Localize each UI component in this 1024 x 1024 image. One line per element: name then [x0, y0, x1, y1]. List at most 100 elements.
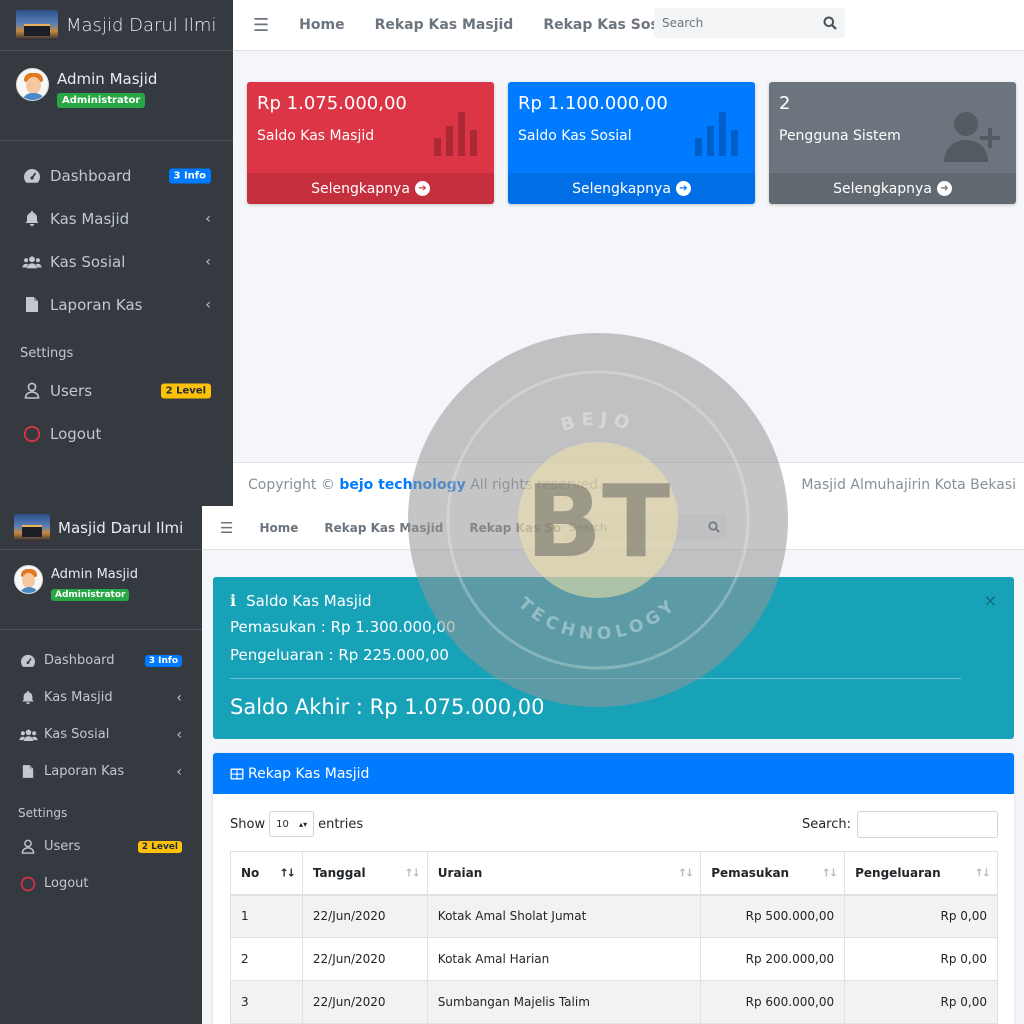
brand-link[interactable]: Masjid Darul Ilmi: [0, 506, 202, 550]
bell-icon: [18, 690, 38, 705]
brand-link[interactable]: Masjid Darul Ilmi: [0, 0, 233, 51]
rights-text: All rights reserved.: [470, 476, 603, 493]
cell-tanggal: 22/Jun/2020: [301, 937, 428, 981]
sidebar-item-kas-sosial[interactable]: Kas Sosial ‹: [0, 716, 202, 753]
column-label: Pengeluaran: [855, 865, 941, 880]
dashboard-screen: Masjid Darul Ilmi Admin Masjid Administr…: [0, 0, 1024, 506]
bar-chart-icon: [695, 112, 738, 156]
sidebar-item-logout[interactable]: Logout: [0, 412, 233, 455]
circle-icon: [18, 876, 38, 892]
search-input[interactable]: Search: [562, 514, 727, 540]
nav-home[interactable]: Home: [259, 521, 298, 535]
top-navbar: ☰ Home Rekap Kas Masjid Rekap Kas Sosial…: [202, 506, 1024, 550]
sidebar-item-label: Laporan Kas: [50, 295, 143, 314]
box-more-link[interactable]: Selengkapnya ➔: [769, 173, 1016, 204]
circle-icon: [22, 425, 42, 443]
column-header-uraian[interactable]: Uraian ↑↓: [426, 851, 702, 896]
sidebar: Masjid Darul Ilmi Admin Masjid Administr…: [0, 0, 233, 506]
box-label: Pengguna Sistem: [779, 128, 901, 144]
nav-rekap-kas-masjid[interactable]: Rekap Kas Masjid: [324, 521, 443, 535]
cell-no: 2: [230, 937, 303, 981]
sidebar-item-dashboard[interactable]: Dashboard 3 Info: [0, 642, 202, 679]
box-more-link[interactable]: Selengkapnya ➔: [247, 173, 494, 204]
settings-header: Settings: [18, 806, 68, 820]
tachometer-icon: [22, 168, 42, 184]
sort-arrows-icon: ▴▾: [299, 819, 308, 829]
column-header-no[interactable]: No ↑↓: [230, 851, 303, 896]
column-label: No: [241, 865, 260, 880]
sidebar-item-laporan-kas[interactable]: Laporan Kas ‹: [0, 283, 233, 326]
page-length-select[interactable]: 10 ▴▾: [269, 811, 315, 837]
chevron-left-icon: ‹: [176, 726, 182, 743]
user-plus-icon: [944, 112, 1000, 162]
arrow-circle-right-icon: ➔: [936, 181, 952, 196]
table-search-input[interactable]: [857, 811, 998, 838]
column-label: Uraian: [437, 865, 483, 880]
sidebar-item-label: Logout: [44, 876, 89, 891]
sidebar-item-logout[interactable]: Logout: [0, 865, 202, 902]
file-icon: [22, 296, 42, 313]
alert-divider: [230, 678, 961, 679]
sidebar-item-kas-masjid[interactable]: Kas Masjid ‹: [0, 197, 233, 240]
table-row: 3 22/Jun/2020 Sumbangan Majelis Talim Rp…: [230, 980, 998, 1024]
chevron-left-icon: ‹: [205, 253, 211, 270]
card-header: Rekap Kas Masjid: [213, 753, 1014, 794]
table-row: 2 22/Jun/2020 Kotak Amal Harian Rp 200.0…: [230, 937, 998, 981]
user-icon: [22, 382, 42, 399]
chevron-left-icon: ‹: [176, 763, 182, 780]
main-footer: Copyright © bejo technology All rights r…: [233, 462, 1024, 506]
column-header-pengeluaran[interactable]: Pengeluaran ↑↓: [844, 851, 998, 896]
column-label: Pemasukan: [711, 865, 790, 880]
box-value: 2: [779, 93, 791, 114]
sort-asc-icon: ↑↓: [279, 866, 296, 880]
sidebar-item-laporan-kas[interactable]: Laporan Kas ‹: [0, 753, 202, 790]
cell-pemasukan: Rp 200.000,00: [700, 937, 846, 981]
box-value: Rp 1.100.000,00: [518, 93, 668, 114]
brand-name: Masjid Darul Ilmi: [58, 518, 184, 537]
nav-home[interactable]: Home: [299, 17, 344, 33]
sidebar-item-label: Users: [44, 839, 81, 854]
sidebar-item-label: Dashboard: [44, 653, 115, 668]
info-badge: 3 Info: [144, 654, 182, 667]
cell-pengeluaran: Rp 0,00: [844, 980, 998, 1024]
cell-pemasukan: Rp 600.000,00: [700, 980, 846, 1024]
hamburger-icon[interactable]: ☰: [220, 519, 233, 537]
box-more-label: Selengkapnya: [833, 180, 932, 197]
sidebar-item-label: Logout: [50, 424, 102, 443]
column-header-pemasukan[interactable]: Pemasukan ↑↓: [700, 851, 846, 896]
sidebar-item-dashboard[interactable]: Dashboard 3 Info: [0, 154, 233, 197]
box-more-link[interactable]: Selengkapnya ➔: [508, 173, 755, 204]
user-name[interactable]: Admin Masjid: [57, 70, 157, 88]
page-length-control: Show 10 ▴▾ entries: [230, 811, 363, 837]
small-box-saldo-kas-masjid: Rp 1.075.000,00 Saldo Kas Masjid Selengk…: [247, 82, 494, 204]
search-input[interactable]: Search: [654, 8, 845, 38]
hamburger-icon[interactable]: ☰: [253, 15, 269, 36]
file-icon: [18, 764, 38, 779]
saldo-alert: i Saldo Kas Masjid Pemasukan : Rp 1.300.…: [213, 577, 1014, 739]
box-label: Saldo Kas Masjid: [257, 128, 375, 144]
user-name[interactable]: Admin Masjid: [51, 567, 138, 582]
table-row: 1 22/Jun/2020 Kotak Amal Sholat Jumat Rp…: [230, 894, 998, 938]
small-box-pengguna-sistem: 2 Pengguna Sistem Selengkapnya ➔: [769, 82, 1016, 204]
search-icon[interactable]: [823, 16, 837, 30]
sidebar-item-users[interactable]: Users 2 Level: [0, 828, 202, 865]
box-more-label: Selengkapnya: [311, 180, 410, 197]
close-button[interactable]: ×: [984, 591, 997, 610]
search-icon[interactable]: [708, 521, 720, 533]
sidebar-item-kas-masjid[interactable]: Kas Masjid ‹: [0, 679, 202, 716]
avatar: [16, 68, 49, 101]
column-header-tanggal[interactable]: Tanggal ↑↓: [301, 851, 428, 896]
sidebar-item-kas-sosial[interactable]: Kas Sosial ‹: [0, 240, 233, 283]
arrow-circle-right-icon: ➔: [414, 181, 430, 196]
sidebar-item-users[interactable]: Users 2 Level: [0, 369, 233, 412]
cell-tanggal: 22/Jun/2020: [301, 894, 428, 938]
brand-logo: [14, 514, 50, 541]
sort-icon: ↑↓: [974, 866, 992, 880]
settings-header: Settings: [20, 346, 74, 361]
company-link[interactable]: bejo technology: [339, 477, 465, 493]
cell-pemasukan: Rp 500.000,00: [700, 894, 846, 938]
nav-rekap-kas-masjid[interactable]: Rekap Kas Masjid: [375, 17, 514, 33]
sidebar-menu: Dashboard 3 Info Kas Masjid ‹ Kas Sosial…: [0, 141, 233, 455]
sidebar-item-label: Kas Sosial: [44, 727, 110, 742]
cell-uraian: Sumbangan Majelis Talim: [426, 980, 702, 1024]
